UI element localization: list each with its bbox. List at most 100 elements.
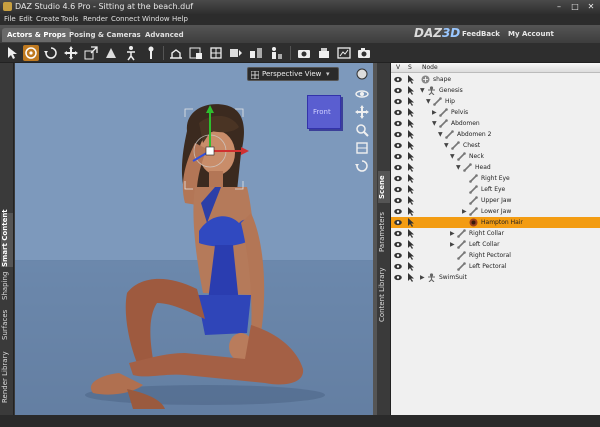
eye-icon[interactable] [394,153,402,160]
eye-icon[interactable] [394,263,402,270]
pointer-icon[interactable] [407,108,415,117]
scene-tree-row[interactable]: ▼ Abdomen [391,118,600,129]
pointer-icon[interactable] [407,207,415,216]
translate-tool-icon[interactable] [63,45,79,61]
pointer-icon[interactable] [407,262,415,271]
figure-tool-icon[interactable] [268,45,284,61]
tree-twisty[interactable]: ▼ [438,131,444,138]
frame-icon[interactable] [355,141,369,155]
scale-tool-icon[interactable] [83,45,99,61]
eye-icon[interactable] [394,208,402,215]
tab-shaping[interactable]: Shaping [1,269,13,303]
scene-tree-row[interactable]: Left Eye [391,184,600,195]
menu-help[interactable]: Help [172,15,188,23]
tree-twisty[interactable]: ▶ [432,109,438,116]
pointer-icon[interactable] [407,163,415,172]
eye-icon[interactable] [394,142,402,149]
joint-editor-icon[interactable] [143,45,159,61]
eye-icon[interactable] [394,175,402,182]
pointer-icon[interactable] [407,141,415,150]
eye-icon[interactable] [394,186,402,193]
eye-icon[interactable] [394,109,402,116]
menu-connect[interactable]: Connect [111,15,140,23]
close-button[interactable]: ✕ [583,1,599,12]
tab-actors-props[interactable]: Actors & Props [2,28,71,42]
tab-scene[interactable]: Scene [378,171,390,203]
menu-render[interactable]: Render [83,15,108,23]
universal-tool-icon[interactable] [23,45,39,61]
menu-window[interactable]: Window [142,15,170,23]
geometry-editor-icon[interactable] [208,45,224,61]
scene-tree-row[interactable]: ▶ Left Collar [391,239,600,250]
eye-icon[interactable] [394,230,402,237]
scene-tree-row[interactable]: Left Pectoral [391,261,600,272]
pointer-icon[interactable] [407,130,415,139]
scene-tree-row[interactable]: ▼ Abdomen 2 [391,129,600,140]
orbit-icon[interactable] [355,87,369,101]
scene-tree-row[interactable]: Right Pectoral [391,250,600,261]
tab-advanced[interactable]: Advanced [140,28,189,42]
eye-icon[interactable] [394,76,402,83]
eye-icon[interactable] [394,252,402,259]
column-visible[interactable]: V [396,64,400,71]
camera-selector[interactable]: Perspective View ▾ [247,67,339,81]
tree-twisty[interactable]: ▼ [432,120,438,127]
tab-smart-content[interactable]: Smart Content [1,209,13,267]
feedback-link[interactable]: FeedBack [462,30,500,38]
tab-content-library[interactable]: Content Library [378,263,390,327]
eye-icon[interactable] [394,131,402,138]
eye-icon[interactable] [394,98,402,105]
view-cube[interactable]: Front [307,95,341,129]
menu-file[interactable]: File [4,15,16,23]
transfer-utility-icon[interactable] [248,45,264,61]
render-settings-icon[interactable] [336,45,352,61]
menu-create[interactable]: Create [36,15,59,23]
tree-twisty[interactable]: ▶ [462,208,468,215]
pointer-icon[interactable] [407,218,415,227]
pointer-icon[interactable] [407,174,415,183]
column-selectable[interactable]: S [408,64,412,71]
pointer-icon[interactable] [407,229,415,238]
tree-twisty[interactable]: ▶ [450,241,456,248]
column-node[interactable]: Node [422,64,438,71]
scene-tree-row[interactable]: ▼ Genesis [391,85,600,96]
viewport[interactable]: Perspective View ▾ Front [15,63,373,415]
scene-tree-row[interactable]: ▶ SwimSuit [391,272,600,283]
maximize-button[interactable]: □ [567,1,583,12]
render-icon[interactable] [356,45,372,61]
eye-icon[interactable] [394,274,402,281]
pointer-tool-icon[interactable] [4,45,20,61]
surface-selection-icon[interactable] [168,45,184,61]
pointer-icon[interactable] [407,196,415,205]
scene-tree-row[interactable]: ▼ Head [391,162,600,173]
tab-posing-cameras[interactable]: Posing & Cameras [64,28,146,42]
zoom-icon[interactable] [355,123,369,137]
eye-icon[interactable] [394,241,402,248]
spot-render-icon[interactable] [228,45,244,61]
tab-parameters[interactable]: Parameters [378,207,390,257]
eye-icon[interactable] [394,87,402,94]
tree-twisty[interactable] [462,175,468,182]
tab-render-library[interactable]: Render Library [1,347,13,407]
pointer-icon[interactable] [407,119,415,128]
tree-twisty[interactable]: ▼ [426,98,432,105]
pointer-icon[interactable] [407,86,415,95]
menu-edit[interactable]: Edit [19,15,33,23]
tree-twisty[interactable]: ▶ [450,230,456,237]
active-pose-tool-icon[interactable] [123,45,139,61]
pointer-icon[interactable] [407,97,415,106]
scene-tree-row[interactable]: ▶ Right Collar [391,228,600,239]
region-navigator-icon[interactable] [188,45,204,61]
reset-view-icon[interactable] [355,159,369,173]
pointer-icon[interactable] [407,251,415,260]
scene-tree-row[interactable]: Hampton Hair [391,217,600,228]
pointer-icon[interactable] [407,152,415,161]
tree-twisty[interactable]: ▼ [450,153,456,160]
tree-twisty[interactable]: ▼ [456,164,462,171]
scene-tree-row[interactable]: ▶ Lower Jaw [391,206,600,217]
pointer-icon[interactable] [407,273,415,282]
scene-tree-row[interactable]: shape [391,74,600,85]
menu-tools[interactable]: Tools [61,15,78,23]
tree-twisty[interactable] [462,197,468,204]
tab-surfaces[interactable]: Surfaces [1,306,13,344]
